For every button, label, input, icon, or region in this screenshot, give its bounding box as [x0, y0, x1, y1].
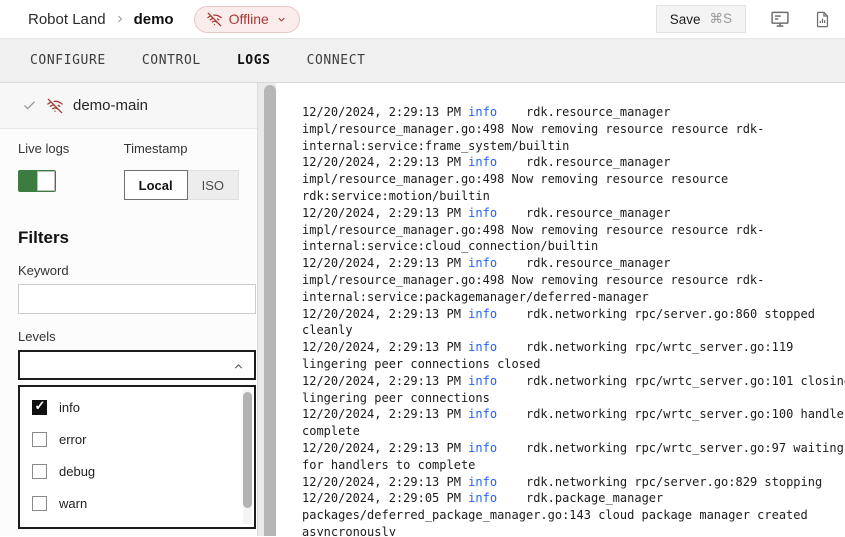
tab-connect[interactable]: CONNECT [307, 53, 366, 68]
chevron-up-icon [232, 360, 245, 378]
header-actions: Save ⌘S [656, 5, 831, 33]
log-entry: 12/20/2024, 2:29:13 PM info rdk.resource… [302, 154, 845, 204]
breadcrumb: Robot Land demo Offline [28, 6, 300, 33]
log-timestamp: 12/20/2024, 2:29:13 PM [302, 441, 468, 455]
level-option-label: warn [59, 496, 87, 511]
log-entry: 12/20/2024, 2:29:13 PM info rdk.resource… [302, 255, 845, 305]
log-list: 12/20/2024, 2:29:13 PM info rdk.resource… [302, 104, 845, 536]
log-entry: 12/20/2024, 2:29:13 PM info rdk.networki… [302, 474, 845, 491]
log-entry: 12/20/2024, 2:29:13 PM info rdk.resource… [302, 104, 845, 154]
top-bar: Robot Land demo Offline Save ⌘S [0, 0, 845, 39]
level-option-label: debug [59, 464, 95, 479]
dropdown-scrollbar[interactable] [243, 392, 252, 508]
level-option-error[interactable]: error [20, 423, 254, 455]
checkbox-error[interactable] [32, 432, 47, 447]
log-entry: 12/20/2024, 2:29:13 PM info rdk.networki… [302, 440, 845, 474]
check-icon [22, 98, 37, 113]
level-option-debug[interactable]: debug [20, 455, 254, 487]
log-timestamp: 12/20/2024, 2:29:13 PM [302, 155, 468, 169]
monitor-icon[interactable] [770, 9, 790, 29]
sidebar: demo-main Live logs Timestamp LocalISO F… [0, 83, 258, 536]
timestamp-segmented: LocalISO [124, 170, 239, 200]
checkbox-info[interactable] [32, 400, 47, 415]
content-area: demo-main Live logs Timestamp LocalISO F… [0, 83, 845, 536]
timestamp-option-local[interactable]: Local [124, 170, 188, 200]
save-button[interactable]: Save ⌘S [656, 5, 746, 33]
levels-label: Levels [18, 329, 257, 344]
breadcrumb-current: demo [134, 11, 174, 28]
levels-option-list: info error debug warn [20, 391, 254, 519]
keyword-input[interactable] [18, 284, 256, 314]
timestamp-label: Timestamp [124, 141, 239, 156]
log-timestamp: 12/20/2024, 2:29:13 PM [302, 475, 468, 489]
chevron-down-icon [276, 14, 287, 25]
filters-title: Filters [18, 228, 257, 248]
log-level: info [468, 374, 497, 388]
log-entry: 12/20/2024, 2:29:05 PM info rdk.package_… [302, 490, 845, 536]
log-scrollbar[interactable] [264, 85, 276, 536]
log-timestamp: 12/20/2024, 2:29:13 PM [302, 256, 468, 270]
level-option-label: info [59, 400, 80, 415]
log-level: info [468, 340, 497, 354]
keyword-label: Keyword [18, 263, 257, 278]
toggle-knob [37, 171, 55, 191]
live-logs-control: Live logs [18, 141, 124, 200]
log-controls: Live logs Timestamp LocalISO [0, 129, 257, 200]
log-timestamp: 12/20/2024, 2:29:13 PM [302, 206, 468, 220]
log-timestamp: 12/20/2024, 2:29:13 PM [302, 105, 468, 119]
log-level: info [468, 105, 497, 119]
log-entry: 12/20/2024, 2:29:13 PM info rdk.networki… [302, 306, 845, 340]
checkbox-warn[interactable] [32, 496, 47, 511]
timestamp-option-iso[interactable]: ISO [188, 170, 239, 200]
log-level: info [468, 256, 497, 270]
save-shortcut: ⌘S [709, 11, 732, 27]
tab-control[interactable]: CONTROL [142, 53, 201, 68]
checkbox-debug[interactable] [32, 464, 47, 479]
log-timestamp: 12/20/2024, 2:29:13 PM [302, 340, 468, 354]
tab-logs[interactable]: LOGS [237, 53, 271, 68]
wifi-off-icon [47, 98, 63, 114]
log-level: info [468, 407, 497, 421]
live-logs-label: Live logs [18, 141, 124, 156]
timestamp-control: Timestamp LocalISO [124, 141, 239, 200]
levels-dropdown-panel: info error debug warn [18, 385, 256, 529]
level-option-info[interactable]: info [20, 391, 254, 423]
levels-select[interactable] [18, 350, 256, 380]
live-logs-toggle[interactable] [18, 170, 56, 192]
log-timestamp: 12/20/2024, 2:29:13 PM [302, 307, 468, 321]
log-level: info [468, 206, 497, 220]
save-label: Save [670, 12, 701, 27]
log-entry: 12/20/2024, 2:29:13 PM info rdk.networki… [302, 373, 845, 407]
part-name: demo-main [73, 97, 148, 114]
log-timestamp: 12/20/2024, 2:29:13 PM [302, 374, 468, 388]
log-level: info [468, 441, 497, 455]
log-timestamp: 12/20/2024, 2:29:05 PM [302, 491, 468, 505]
level-option-warn[interactable]: warn [20, 487, 254, 519]
breadcrumb-parent[interactable]: Robot Land [28, 11, 106, 28]
log-entry: 12/20/2024, 2:29:13 PM info rdk.networki… [302, 406, 845, 440]
status-label: Offline [229, 11, 269, 27]
machine-part-row[interactable]: demo-main [0, 83, 257, 129]
log-panel: 12/20/2024, 2:29:13 PM info rdk.resource… [258, 83, 845, 536]
level-option-label: error [59, 432, 86, 447]
machine-status-dropdown[interactable]: Offline [194, 6, 300, 33]
log-level: info [468, 155, 497, 169]
log-level: info [468, 307, 497, 321]
log-entry: 12/20/2024, 2:29:13 PM info rdk.resource… [302, 205, 845, 255]
app-window: Robot Land demo Offline Save ⌘S [0, 0, 845, 537]
log-level: info [468, 475, 497, 489]
log-level: info [468, 491, 497, 505]
tab-configure[interactable]: CONFIGURE [30, 53, 106, 68]
file-stats-icon[interactable] [814, 10, 831, 29]
chevron-right-icon [114, 13, 126, 25]
log-message: rdk.networking rpc/server.go:829 stoppin… [497, 475, 822, 489]
wifi-off-icon [207, 12, 222, 27]
log-timestamp: 12/20/2024, 2:29:13 PM [302, 407, 468, 421]
log-entry: 12/20/2024, 2:29:13 PM info rdk.networki… [302, 339, 845, 373]
tab-bar: CONFIGURE CONTROL LOGS CONNECT [0, 39, 845, 83]
